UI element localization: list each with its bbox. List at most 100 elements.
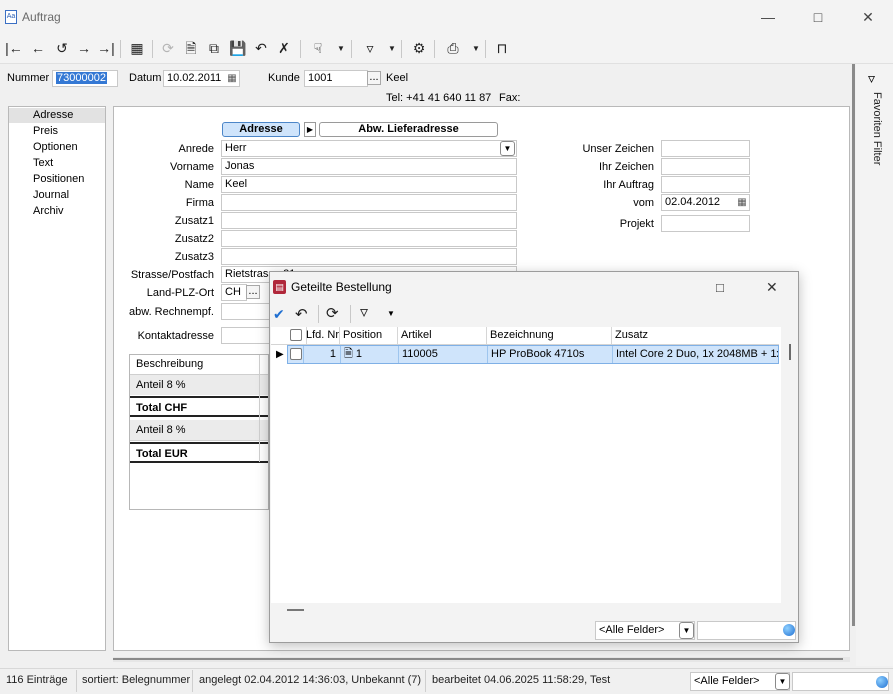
new-document-icon[interactable]: 🗎 [181, 38, 201, 58]
chevron-down-icon[interactable]: ▼ [679, 622, 694, 639]
toolbar-separator [300, 40, 301, 58]
filter-icon[interactable]: ▿ [868, 70, 875, 87]
column-header-zusatz[interactable]: Zusatz [612, 327, 779, 344]
unser-zeichen-label: Unser Zeichen [582, 143, 654, 155]
sidebar-item-adresse[interactable]: Adresse [9, 108, 105, 123]
ihr-auftrag-field[interactable] [661, 176, 750, 193]
kontaktadresse-field[interactable] [221, 327, 271, 344]
calendar-icon[interactable]: ▦ [225, 72, 239, 85]
search-globe-icon[interactable] [783, 624, 795, 636]
abw-rechnempf-field[interactable] [221, 303, 271, 320]
print-icon[interactable]: ⎙ [443, 38, 463, 58]
chevron-down-icon[interactable]: ▼ [337, 39, 345, 59]
undo-icon[interactable]: ↶ [295, 305, 308, 323]
status-search-input[interactable] [792, 672, 889, 691]
ihr-zeichen-field[interactable] [661, 158, 750, 175]
kunde-lookup-button[interactable]: ... [367, 71, 381, 85]
row-checkbox-cell[interactable] [288, 346, 304, 363]
dialog-search-input[interactable] [697, 621, 796, 640]
refresh-icon[interactable]: ⟳ [158, 38, 178, 58]
save-icon[interactable]: 💾 [228, 38, 248, 58]
scrollbar-thumb[interactable] [113, 658, 843, 660]
name-field[interactable]: Keel [221, 176, 517, 193]
grid-horizontal-scrollbar[interactable] [287, 609, 304, 611]
unser-zeichen-field[interactable] [661, 140, 750, 157]
cell-position-value: 1 [355, 348, 363, 360]
table-row[interactable]: 1 🗎 1 110005 HP ProBook 4710s Intel Core… [287, 345, 779, 364]
tab-abw-lieferadresse[interactable]: Abw. Lieferadresse [319, 122, 498, 137]
column-header-lfd[interactable]: Lfd. Nr [303, 327, 340, 344]
minimize-icon[interactable]: — [758, 8, 778, 26]
delete-document-icon[interactable]: ✗ [274, 38, 294, 58]
chevron-down-icon[interactable]: ▼ [500, 141, 515, 156]
pin-icon[interactable]: ☟ [308, 38, 328, 58]
maximize-icon[interactable]: □ [716, 280, 724, 295]
zusatz2-field[interactable] [221, 230, 517, 247]
toolbar-separator [350, 305, 351, 323]
column-header-artikel[interactable]: Artikel [398, 327, 487, 344]
nummer-field[interactable]: 73000002 [52, 70, 118, 87]
select-all-checkbox[interactable] [290, 329, 302, 341]
close-icon[interactable]: ✕ [766, 279, 778, 296]
cell-lfd: 1 [304, 346, 341, 363]
last-record-icon[interactable]: →| [96, 38, 116, 58]
column-header-bezeichnung[interactable]: Bezeichnung [487, 327, 612, 344]
refresh-icon[interactable]: ⟳ [326, 304, 339, 322]
sidebar-item-journal[interactable]: Journal [9, 188, 105, 203]
grid-vertical-scrollbar[interactable] [789, 344, 791, 360]
undo-icon[interactable]: ↶ [251, 38, 271, 58]
kunde-field[interactable]: 1001 [304, 70, 368, 87]
sidebar-item-preis[interactable]: Preis [9, 124, 105, 139]
vorname-field[interactable]: Jonas [221, 158, 517, 175]
sidebar-item-optionen[interactable]: Optionen [9, 140, 105, 155]
status-edited: bearbeitet 04.06.2025 11:58:29, Test [432, 674, 611, 686]
tab-adresse[interactable]: Adresse [222, 122, 300, 137]
history-icon[interactable]: ↺ [52, 38, 72, 58]
close-icon[interactable]: ✕ [858, 8, 878, 26]
search-globe-icon[interactable] [876, 676, 888, 688]
sidebar: Adresse Preis Optionen Text Positionen J… [8, 106, 106, 651]
row-checkbox[interactable] [290, 348, 302, 360]
toolbar-separator [401, 40, 402, 58]
projekt-field[interactable] [661, 215, 750, 232]
table-view-icon[interactable]: ▦ [127, 38, 147, 58]
land-field[interactable]: CH [221, 284, 247, 301]
zusatz1-field[interactable] [221, 212, 517, 229]
app-icon: Aa [5, 10, 17, 24]
chevron-down-icon[interactable]: ▼ [387, 309, 395, 318]
name-label: Name [184, 179, 214, 191]
sidebar-item-positionen[interactable]: Positionen [9, 172, 105, 187]
sidebar-item-archiv[interactable]: Archiv [9, 204, 105, 219]
tab-arrow-icon[interactable]: ▶ [304, 122, 316, 137]
settings-gear-icon[interactable]: ⚙ [409, 38, 429, 58]
filter-icon[interactable]: ▿ [360, 38, 380, 58]
fax-text: Fax: [499, 92, 521, 104]
chevron-down-icon[interactable]: ▼ [388, 39, 396, 59]
ihr-auftrag-label: Ihr Auftrag [603, 179, 654, 191]
calendar-icon[interactable]: ▦ [735, 196, 749, 209]
favoriten-filter-label[interactable]: Favoriten Filter [863, 92, 883, 192]
confirm-check-icon[interactable]: ✔ [273, 306, 285, 323]
totals-row: Total CHF [130, 396, 268, 417]
exit-door-icon[interactable]: ⊓ [492, 38, 512, 58]
anrede-select[interactable]: Herr [221, 140, 517, 157]
sidebar-item-text[interactable]: Text [9, 156, 105, 171]
previous-record-icon[interactable]: ← [28, 38, 48, 58]
filter-icon[interactable]: ▿ [360, 302, 368, 322]
maximize-icon[interactable]: □ [808, 8, 828, 26]
toolbar-separator [485, 40, 486, 58]
next-record-icon[interactable]: → [74, 38, 94, 58]
firma-field[interactable] [221, 194, 517, 211]
status-filter-value: <Alle Felder> [694, 675, 760, 687]
zusatz3-field[interactable] [221, 248, 517, 265]
copy-icon[interactable]: ⧉ [204, 38, 224, 58]
status-separator [425, 670, 426, 692]
vorname-label: Vorname [169, 161, 214, 173]
land-lookup-button[interactable]: ... [246, 285, 260, 299]
chevron-down-icon[interactable]: ▼ [775, 673, 790, 690]
column-header-position[interactable]: Position [340, 327, 398, 344]
chevron-down-icon[interactable]: ▼ [472, 39, 480, 59]
first-record-icon[interactable]: |← [4, 38, 24, 58]
horizontal-scrollbar[interactable] [113, 657, 850, 662]
vertical-scrollbar[interactable] [852, 64, 855, 626]
